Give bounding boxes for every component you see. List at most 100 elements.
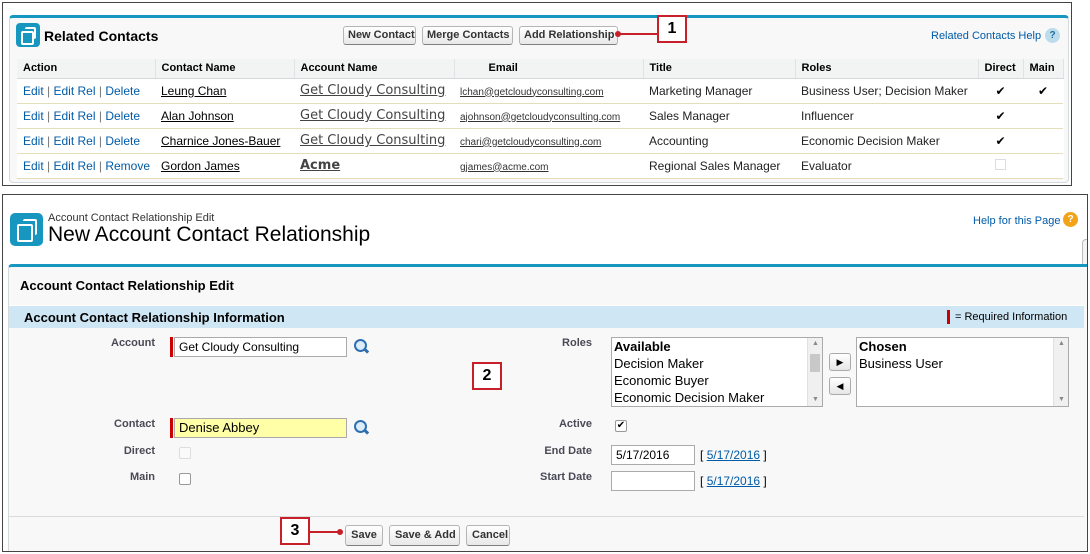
edit-rel-link[interactable]: Edit Rel	[54, 84, 96, 98]
chosen-option[interactable]: Business User	[857, 355, 1068, 372]
delete-link[interactable]: Delete	[105, 134, 140, 148]
callout-3: 3	[280, 517, 310, 545]
available-scrollbar[interactable]: ▲ ▼	[807, 338, 822, 406]
contact-lookup-icon[interactable]	[353, 419, 370, 436]
start-date-label: Start Date	[540, 471, 592, 483]
scroll-up-icon[interactable]: ▲	[1054, 338, 1068, 350]
edit-link[interactable]: Edit	[23, 159, 44, 173]
column-header-title[interactable]: Title	[643, 59, 796, 79]
new-contact-button[interactable]: New Contact	[343, 26, 416, 45]
email-link[interactable]: chari@getcloudyconsulting.com	[460, 137, 601, 148]
account-name-link[interactable]: Acme	[300, 158, 340, 173]
related-contacts-table: Action Contact Name Account Name Email T…	[17, 59, 1064, 179]
info-section-header: Account Contact Relationship Information…	[9, 305, 1084, 328]
column-header-contact-name[interactable]: Contact Name	[155, 59, 295, 79]
save-and-add-button[interactable]: Save & Add	[389, 525, 460, 546]
column-header-action: Action	[17, 59, 156, 79]
start-date-input[interactable]	[611, 471, 695, 491]
email-link[interactable]: ajohnson@getcloudyconsulting.com	[460, 112, 620, 123]
end-date-input[interactable]: 5/17/2016	[611, 445, 695, 465]
direct-check-icon: ✔	[978, 103, 1023, 129]
remove-link[interactable]: Remove	[105, 159, 150, 173]
row-actions: Edit | Edit Rel | Delete	[17, 128, 155, 154]
available-option[interactable]: Economic Decision Maker	[612, 389, 822, 406]
move-right-button[interactable]: ▶	[829, 353, 851, 371]
available-option[interactable]: Decision Maker	[612, 355, 822, 372]
edit-link[interactable]: Edit	[23, 109, 44, 123]
contact-name-link[interactable]: Leung Chan	[161, 84, 226, 98]
active-label: Active	[558, 418, 592, 430]
roles-chosen-listbox[interactable]: Chosen Business User ▲ ▼	[856, 337, 1069, 407]
separator: |	[98, 133, 102, 148]
main-checkbox[interactable]	[179, 473, 191, 485]
email-link[interactable]: lchan@getcloudyconsulting.com	[460, 87, 604, 98]
column-header-account-name[interactable]: Account Name	[294, 59, 455, 79]
help-icon[interactable]: ?	[1063, 212, 1078, 227]
scroll-thumb[interactable]	[810, 354, 820, 372]
edit-rel-link[interactable]: Edit Rel	[54, 159, 96, 173]
account-name-link[interactable]: Get Cloudy Consulting	[300, 108, 445, 123]
account-name-link[interactable]: Get Cloudy Consulting	[300, 83, 445, 98]
scroll-down-icon[interactable]: ▼	[808, 394, 822, 406]
scroll-up-icon[interactable]: ▲	[808, 338, 822, 350]
merge-contacts-button[interactable]: Merge Contacts	[422, 26, 513, 45]
direct-check-icon: ✔	[978, 78, 1023, 104]
separator: |	[47, 133, 51, 148]
active-checkbox[interactable]: ✔	[615, 420, 627, 432]
separator: |	[98, 83, 102, 98]
roles-available-listbox[interactable]: Available Decision Maker Economic Buyer …	[611, 337, 823, 407]
column-header-roles[interactable]: Roles	[795, 59, 979, 79]
column-header-email[interactable]: Email	[454, 59, 644, 79]
table-row: Edit | Edit Rel | Delete Leung Chan Get …	[17, 78, 1063, 104]
help-icon[interactable]: ?	[1045, 28, 1060, 43]
contact-name-link[interactable]: Charnice Jones-Bauer	[161, 134, 280, 148]
related-contacts-help-link[interactable]: Related Contacts Help	[931, 30, 1041, 42]
edit-rel-link[interactable]: Edit Rel	[54, 134, 96, 148]
cancel-button[interactable]: Cancel	[466, 525, 510, 546]
edit-link[interactable]: Edit	[23, 84, 44, 98]
email-link[interactable]: gjames@acme.com	[460, 162, 549, 173]
direct-checkbox	[179, 447, 191, 459]
row-actions: Edit | Edit Rel | Delete	[17, 103, 155, 129]
chosen-scrollbar[interactable]: ▲ ▼	[1053, 338, 1068, 406]
chosen-header: Chosen	[859, 339, 907, 354]
help-for-page-link[interactable]: Help for this Page	[973, 215, 1060, 227]
start-date-today: [ 5/17/2016 ]	[700, 474, 767, 488]
contact-input[interactable]: Denise Abbey	[174, 418, 347, 438]
start-date-today-link[interactable]: 5/17/2016	[707, 474, 760, 488]
main-check-icon	[1023, 153, 1063, 179]
related-contacts-header: Related Contacts New Contact Merge Conta…	[10, 18, 1068, 58]
column-header-main[interactable]: Main	[1023, 59, 1064, 79]
column-header-direct[interactable]: Direct	[978, 59, 1024, 79]
end-date-label: End Date	[544, 445, 592, 457]
contact-roles: Evaluator	[795, 153, 978, 179]
account-input[interactable]: Get Cloudy Consulting	[174, 337, 347, 357]
edit-rel-link[interactable]: Edit Rel	[54, 109, 96, 123]
account-name-link[interactable]: Get Cloudy Consulting	[300, 133, 445, 148]
add-relationship-button[interactable]: Add Relationship	[519, 26, 618, 45]
account-lookup-icon[interactable]	[353, 338, 370, 355]
delete-link[interactable]: Delete	[105, 109, 140, 123]
contact-name-link[interactable]: Gordon James	[161, 159, 240, 173]
edit-form: Account Contact Relationship Edit Accoun…	[8, 264, 1087, 551]
end-date-today-link[interactable]: 5/17/2016	[707, 448, 760, 462]
required-indicator	[170, 337, 173, 357]
available-header: Available	[614, 339, 671, 354]
move-left-button[interactable]: ◀	[829, 377, 851, 395]
separator: |	[47, 83, 51, 98]
contact-name-link[interactable]: Alan Johnson	[161, 109, 234, 123]
page-title: New Account Contact Relationship	[48, 223, 371, 246]
save-button[interactable]: Save	[345, 525, 383, 546]
end-date-today: [ 5/17/2016 ]	[700, 448, 767, 462]
direct-checkbox-empty	[978, 153, 1023, 179]
available-option[interactable]: Economic Buyer	[612, 372, 822, 389]
empty-checkbox	[995, 158, 1006, 170]
delete-link[interactable]: Delete	[105, 84, 140, 98]
table-header-row: Action Contact Name Account Name Email T…	[17, 59, 1064, 79]
contact-title: Regional Sales Manager	[643, 153, 795, 179]
main-check-icon	[1023, 103, 1063, 129]
scroll-down-icon[interactable]: ▼	[1054, 394, 1068, 406]
edit-link[interactable]: Edit	[23, 134, 44, 148]
separator: |	[98, 158, 102, 173]
separator: |	[98, 108, 102, 123]
